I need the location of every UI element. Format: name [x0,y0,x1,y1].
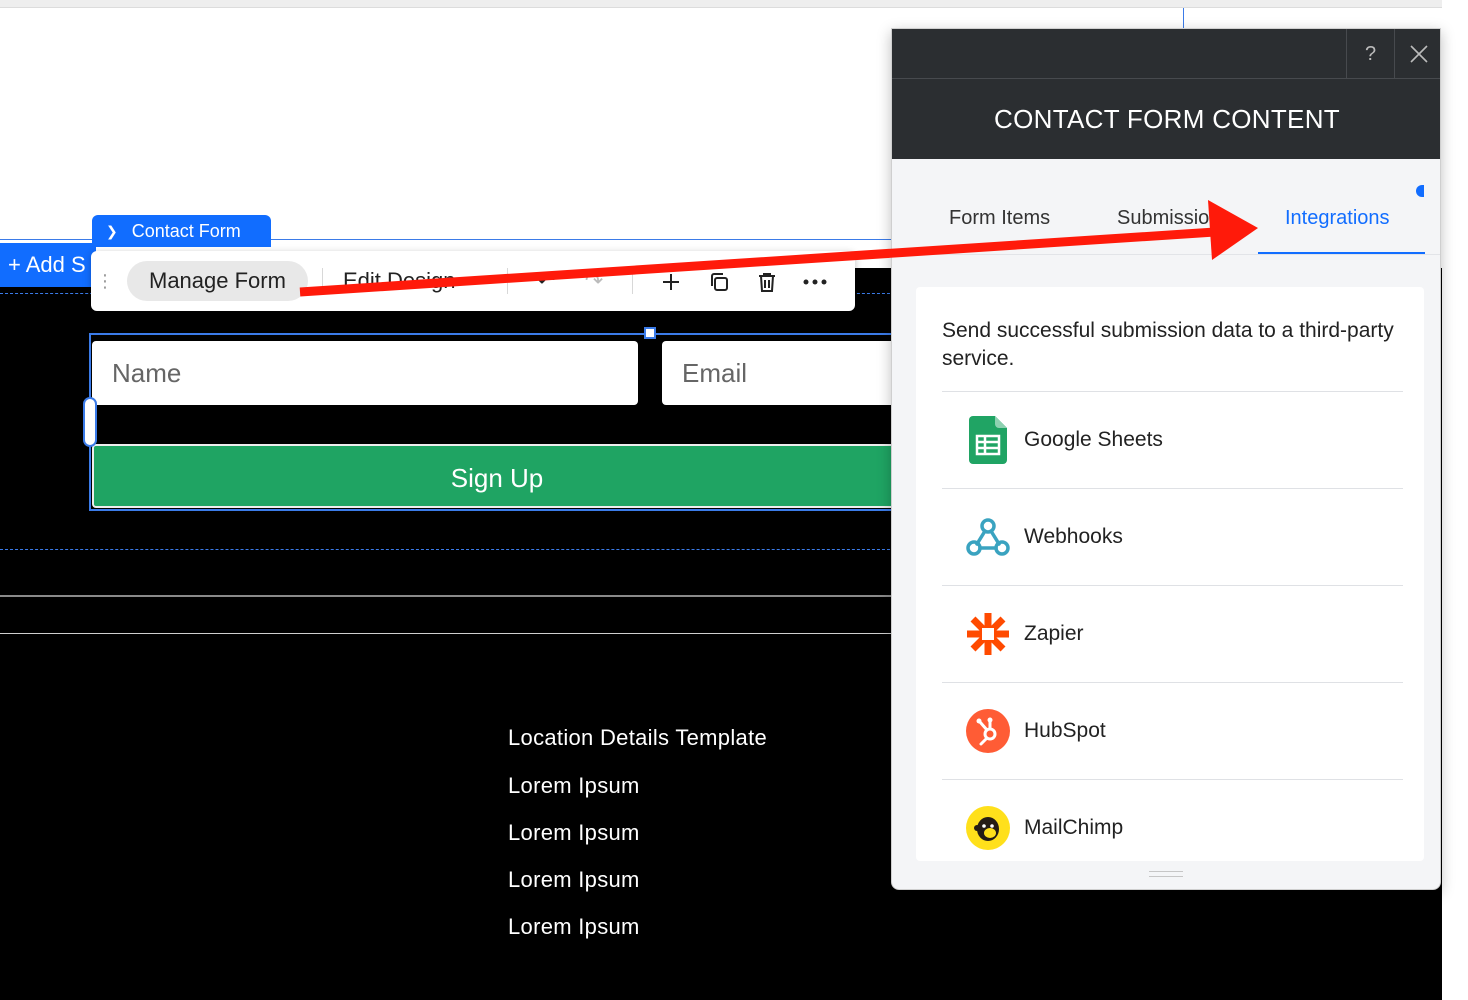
canvas-right-gutter [1442,0,1468,1000]
add-section-button[interactable]: + Add S [0,243,96,287]
footer-line: Lorem Ipsum [508,773,640,798]
element-toolbar: ⋮ Manage Form Edit Design ↶ ↷ [91,251,855,311]
more-options-icon[interactable] [791,268,839,294]
zapier-icon [964,610,1012,658]
duplicate-icon[interactable] [695,268,743,294]
drag-handle-icon[interactable]: ⋮ [93,272,115,290]
footer-line: Lorem Ipsum [508,914,640,939]
panel-tabs: Form Items Submissions Integrations [892,199,1440,256]
mailchimp-icon [964,804,1012,852]
section-dashed-guide-bottom [0,549,900,550]
name-input[interactable]: Name [92,341,638,405]
integrations-description: Send successful submission data to a thi… [942,319,1394,370]
integration-zapier[interactable]: Zapier [942,585,1403,682]
hubspot-icon [964,707,1012,755]
footer-divider [0,633,900,634]
footer-line: Lorem Ipsum [508,867,640,892]
close-button[interactable] [1394,29,1440,79]
tab-submissions[interactable]: Submissions [1117,207,1227,230]
contact-form-element-tag[interactable]: ❯ Contact Form [92,215,271,247]
webhooks-icon [964,513,1012,561]
integration-hubspot[interactable]: HubSpot [942,682,1403,779]
resize-handle-top[interactable] [644,327,656,339]
panel-resize-grip[interactable] [1149,871,1183,877]
chevron-right-icon: ❯ [106,223,118,239]
element-tag-label: Contact Form [131,221,241,241]
close-icon [1409,45,1428,63]
google-sheets-icon [964,416,1012,464]
integrations-card: Send successful submission data to a thi… [916,287,1424,861]
manage-form-button[interactable]: Manage Form [127,261,308,301]
tab-indicator-dot [1416,185,1424,197]
undo-icon[interactable]: ↶ [522,268,570,294]
panel-header: ? CONTACT FORM CONTENT [892,29,1440,159]
integration-label: Webhooks [1024,525,1123,548]
edit-design-button[interactable]: Edit Design [343,268,493,294]
add-icon[interactable] [647,268,695,294]
integration-label: MailChimp [1024,816,1124,839]
integration-label: Google Sheets [1024,428,1163,451]
editor-top-bar [0,0,1442,8]
contact-form-content-panel: ? CONTACT FORM CONTENT Form Items Submis… [891,28,1441,890]
tab-integrations[interactable]: Integrations [1285,207,1390,230]
tab-form-items[interactable]: Form Items [949,207,1050,230]
footer-line: Lorem Ipsum [508,820,640,845]
toolbar-separator [506,268,508,294]
footer-heading: Location Details Template [508,725,768,750]
delete-icon[interactable] [743,268,791,294]
help-button[interactable]: ? [1346,29,1394,79]
redo-icon[interactable]: ↷ [570,268,618,294]
email-input[interactable]: Email [662,341,902,405]
panel-title: CONTACT FORM CONTENT [994,104,1340,134]
resize-handle-left[interactable] [83,397,97,447]
toolbar-separator [631,268,633,294]
active-tab-underline [1258,252,1425,254]
integration-google-sheets[interactable]: Google Sheets [942,391,1403,488]
integration-mailchimp[interactable]: MailChimp [942,779,1403,861]
integration-label: HubSpot [1024,719,1106,742]
integration-label: Zapier [1024,622,1084,645]
horizontal-divider [0,595,900,597]
tab-baseline [892,254,1440,255]
vertical-guide-line [1183,8,1184,30]
toolbar-separator [321,268,323,294]
sign-up-button[interactable]: Sign Up [92,444,902,508]
integration-webhooks[interactable]: Webhooks [942,488,1403,585]
